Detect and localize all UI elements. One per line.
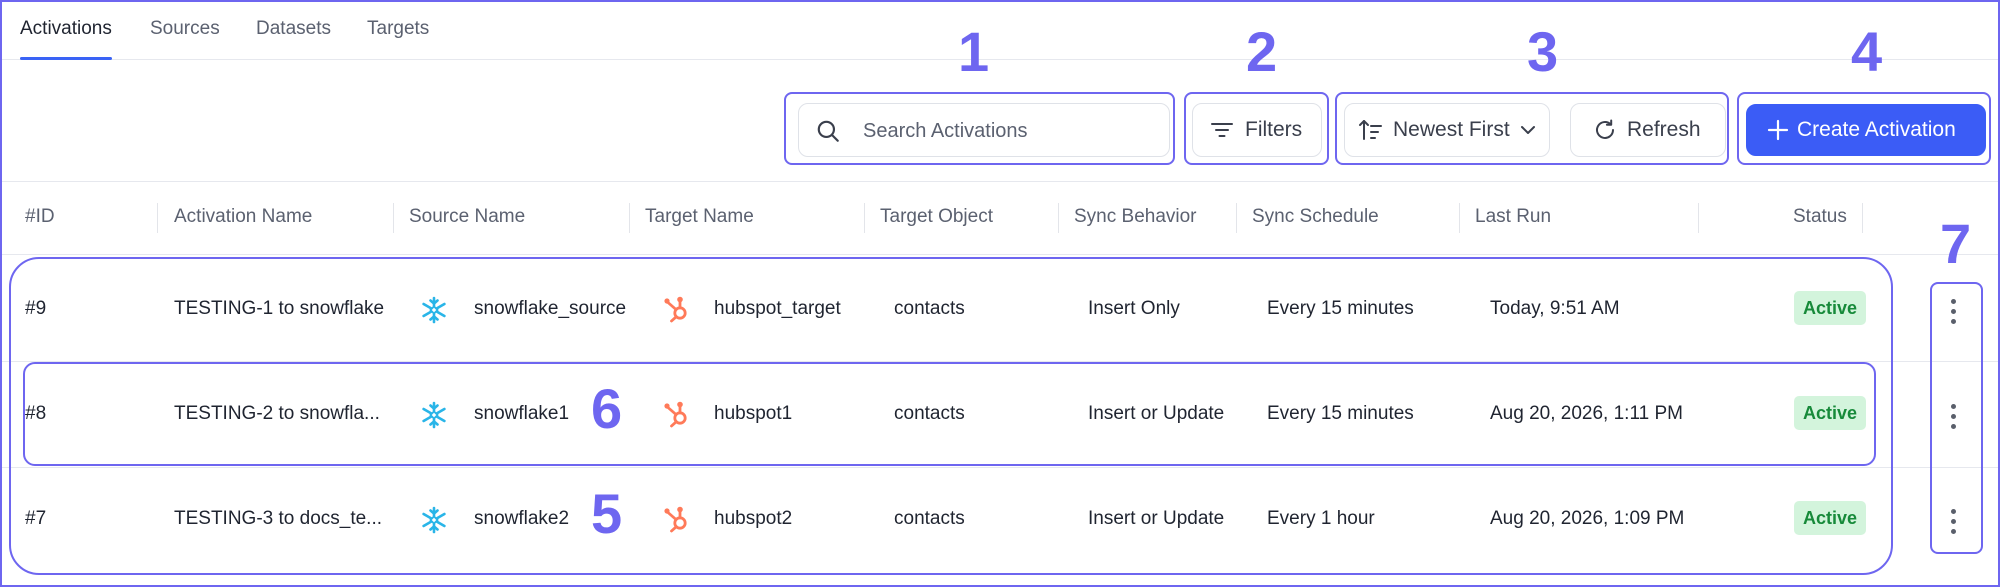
column-header-target-name: Target Name xyxy=(645,206,754,227)
screenshot-border xyxy=(0,0,2000,587)
column-header-id: #ID xyxy=(25,206,55,227)
search-icon xyxy=(817,120,839,142)
row-divider xyxy=(0,361,2000,362)
cell-id: #7 xyxy=(25,508,47,529)
status-badge: Active xyxy=(1794,396,1867,430)
annotation-number: 5 xyxy=(591,482,623,545)
cell-target-object: contacts xyxy=(894,508,965,529)
column-divider xyxy=(1058,203,1059,233)
cell-target-object: contacts xyxy=(894,298,965,319)
cell-sync-behavior: Insert or Update xyxy=(1088,403,1225,424)
refresh-label: Refresh xyxy=(1627,118,1701,141)
cell-sync-schedule: Every 15 minutes xyxy=(1267,403,1414,424)
annotation-number: 2 xyxy=(1246,20,1278,83)
column-header-status: Status xyxy=(1793,206,1847,227)
header-divider xyxy=(0,254,2000,255)
kebab-menu-icon[interactable] xyxy=(1948,299,1958,329)
column-header-activation-name: Activation Name xyxy=(174,206,313,227)
chevron-down-icon xyxy=(1520,126,1535,134)
column-header-sync-behavior: Sync Behavior xyxy=(1074,206,1197,227)
filters-button[interactable]: Filters xyxy=(1192,103,1322,157)
annotation-number: 6 xyxy=(591,377,623,440)
sort-arrow-icon xyxy=(1359,120,1382,140)
row-divider xyxy=(0,467,2000,468)
column-divider xyxy=(157,203,158,233)
cell-id: #9 xyxy=(25,298,47,319)
cell-sync-schedule: Every 15 minutes xyxy=(1267,298,1414,319)
column-divider xyxy=(629,203,630,233)
status-badge: Active xyxy=(1794,501,1867,535)
annotation-number: 1 xyxy=(958,20,990,83)
hubspot-icon xyxy=(664,401,687,428)
kebab-menu-icon[interactable] xyxy=(1948,404,1958,434)
tab-datasets[interactable]: Datasets xyxy=(256,18,331,60)
hubspot-icon xyxy=(664,506,687,533)
cell-activation-name[interactable]: TESTING-1 to snowflake xyxy=(174,298,384,320)
cell-target-name: hubspot2 xyxy=(714,508,793,529)
filter-lines-icon xyxy=(1211,123,1233,137)
plus-icon xyxy=(1767,119,1789,141)
kebab-menu-icon[interactable] xyxy=(1948,509,1958,539)
cell-last-run: Today, 9:51 AM xyxy=(1490,298,1620,319)
refresh-icon xyxy=(1596,119,1614,139)
column-divider xyxy=(1862,203,1863,233)
column-divider xyxy=(393,203,394,233)
column-divider xyxy=(1459,203,1460,233)
annotation-number: 7 xyxy=(1940,212,1972,275)
filters-label: Filters xyxy=(1245,118,1303,141)
cell-sync-behavior: Insert or Update xyxy=(1088,508,1225,529)
column-header-source-name: Source Name xyxy=(409,206,526,227)
sort-dropdown[interactable]: Newest First xyxy=(1344,103,1550,157)
create-activation-button[interactable]: Create Activation xyxy=(1746,104,1986,156)
column-header-target-object: Target Object xyxy=(880,206,993,227)
cell-target-object: contacts xyxy=(894,403,965,424)
refresh-button[interactable]: Refresh xyxy=(1570,103,1726,157)
cell-last-run: Aug 20, 2026, 1:09 PM xyxy=(1490,508,1685,529)
cell-activation-name[interactable]: TESTING-3 to docs_te... xyxy=(174,508,382,530)
tab-sources[interactable]: Sources xyxy=(150,18,220,60)
search-box[interactable] xyxy=(798,103,1170,157)
column-header-sync-schedule: Sync Schedule xyxy=(1252,206,1379,227)
cell-source-name: snowflake_source xyxy=(474,298,627,319)
snowflake-icon xyxy=(422,296,446,324)
snowflake-icon xyxy=(422,401,446,429)
cell-target-name: hubspot1 xyxy=(714,403,793,424)
cell-source-name: snowflake2 xyxy=(474,508,570,529)
search-input[interactable] xyxy=(863,114,1153,148)
tab-activations[interactable]: Activations xyxy=(20,18,112,60)
toolbar-divider xyxy=(0,181,2000,182)
tab-targets[interactable]: Targets xyxy=(367,18,429,60)
cell-last-run: Aug 20, 2026, 1:11 PM xyxy=(1490,403,1683,424)
status-badge: Active xyxy=(1794,291,1867,325)
cell-activation-name[interactable]: TESTING-2 to snowfla... xyxy=(174,403,380,425)
sort-label: Newest First xyxy=(1393,118,1510,141)
cell-sync-behavior: Insert Only xyxy=(1088,298,1180,319)
cell-source-name: snowflake1 xyxy=(474,403,570,424)
column-divider xyxy=(1236,203,1237,233)
create-activation-label: Create Activation xyxy=(1797,118,1956,141)
annotation-number: 3 xyxy=(1527,20,1559,83)
cell-target-name: hubspot_target xyxy=(714,298,841,319)
cell-sync-schedule: Every 1 hour xyxy=(1267,508,1375,529)
cell-id: #8 xyxy=(25,403,47,424)
annotation-number: 4 xyxy=(1851,20,1883,83)
snowflake-icon xyxy=(422,506,446,534)
column-header-last-run: Last Run xyxy=(1475,206,1552,227)
column-divider xyxy=(864,203,865,233)
tab-bar: Activations Sources Datasets Targets xyxy=(0,0,2000,60)
hubspot-icon xyxy=(664,296,687,323)
column-divider xyxy=(1698,203,1699,233)
